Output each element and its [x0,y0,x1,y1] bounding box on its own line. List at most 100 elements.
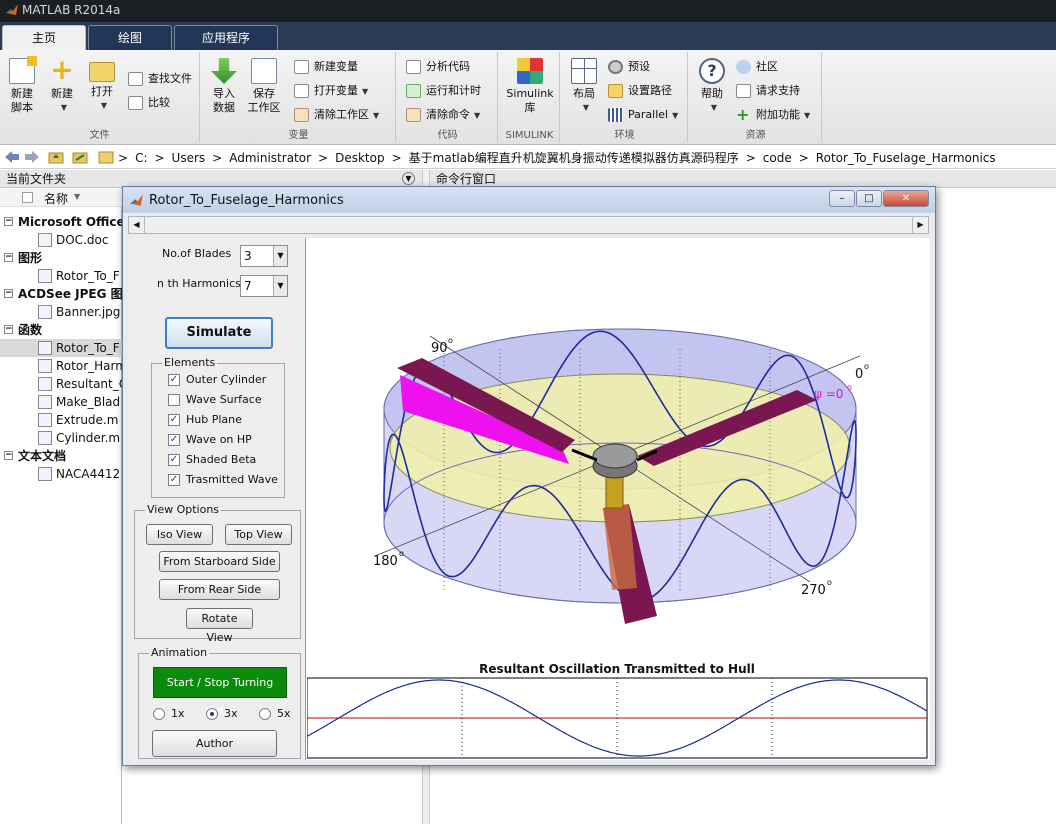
radio-indicator[interactable] [153,708,165,720]
simulink-library-button[interactable]: Simulink 库 [504,58,556,115]
element-checkbox[interactable]: ✓ Wave on HP [168,432,252,448]
set-path-button[interactable]: 设置路径 [608,82,672,100]
file-item[interactable]: Rotor_To_F [0,339,122,357]
compare-button[interactable]: 比较 [128,94,170,112]
forward-arrow-icon[interactable] [24,150,40,164]
import-data-button[interactable]: 导入 数据 [206,58,242,115]
checkmark-icon[interactable]: ✓ [168,434,180,446]
blades-select[interactable]: 3 ▼ [240,245,288,267]
element-checkbox[interactable]: Wave Surface [168,392,262,408]
clear-workspace-button[interactable]: 清除工作区 ▼ [294,106,379,124]
checkmark-icon[interactable]: ✓ [168,414,180,426]
folder-section[interactable]: − 函数 [0,321,122,339]
back-arrow-icon[interactable] [4,150,20,164]
panel-menu-icon[interactable]: ▼ [402,172,415,185]
preferences-button[interactable]: 预设 [608,58,650,76]
scroll-right-icon[interactable]: ▶ [912,217,928,233]
speed-radio[interactable]: 5x [259,706,291,722]
iso-view-button[interactable]: Iso View [146,524,213,545]
file-item[interactable]: Extrude.m [0,411,122,429]
run-and-time-button[interactable]: 运行和计时 [406,82,481,100]
simulate-button[interactable]: Simulate [165,317,273,349]
browse-folder-icon[interactable] [72,150,88,164]
folder-section[interactable]: −ACDSee JPEG 图像 [0,285,122,303]
close-button[interactable]: ✕ [883,190,929,207]
tab-home[interactable]: 主页 [2,25,86,50]
checkmark-icon[interactable]: ✓ [168,474,180,486]
start-stop-rotor-button[interactable]: Start / Stop Turning Rotor [153,667,287,718]
save-workspace-button[interactable]: 保存 工作区 [246,58,282,115]
speed-radio[interactable]: 3x [206,706,238,722]
breadcrumb-segment[interactable]: Administrator [229,151,311,165]
author-button[interactable]: Author [152,730,277,757]
collapse-icon[interactable]: − [4,289,13,298]
rotate-view-button[interactable]: Rotate View [186,608,253,644]
column-checkbox[interactable] [22,192,33,203]
add-ons-button[interactable]: + 附加功能 ▼ [736,106,810,124]
collapse-icon[interactable]: − [4,253,13,262]
breadcrumb-segment[interactable]: Users [172,151,206,165]
file-item[interactable]: Make_Blad [0,393,122,411]
breadcrumb-segment[interactable]: Rotor_To_Fuselage_Harmonics [816,151,996,165]
rear-view-button[interactable]: From Rear Side [159,579,280,600]
minimize-button[interactable]: – [829,190,855,207]
file-item[interactable]: Rotor_To_F [0,267,122,285]
figure-title-bar[interactable]: Rotor_To_Fuselage_Harmonics – □ ✕ [123,187,935,213]
open-variable-button[interactable]: 打开变量 ▼ [294,82,368,100]
help-button[interactable]: ? 帮助 ▼ [694,58,730,115]
breadcrumb-segment[interactable]: C: [135,151,147,165]
parallel-button[interactable]: Parallel ▼ [608,106,678,124]
harmonics-select[interactable]: 7 ▼ [240,275,288,297]
file-item[interactable]: NACA4412 [0,465,122,483]
up-folder-icon[interactable] [48,150,64,164]
checkmark-icon[interactable]: ✓ [168,374,180,386]
folder-section[interactable]: − 文本文档 [0,447,122,465]
collapse-icon[interactable]: − [4,325,13,334]
request-support-button[interactable]: 请求支持 [736,82,800,100]
file-item[interactable]: Rotor_Harm [0,357,122,375]
speed-radio[interactable]: 1x [153,706,185,722]
checkbox-empty[interactable] [168,394,180,406]
figure-horizontal-scrollbar[interactable]: ◀ ▶ [128,216,929,234]
file-item[interactable]: Cylinder.m [0,429,122,447]
new-button[interactable]: + 新建 ▼ [44,56,80,115]
breadcrumb[interactable]: > C: > Users > Administrator > Desktop > 基于matlab… [118,149,996,166]
element-checkbox[interactable]: ✓ Shaded Beta [168,452,256,468]
folder-section[interactable]: − 图形 [0,249,122,267]
folder-section[interactable]: − Microsoft Office [0,213,122,231]
breadcrumb-segment[interactable]: code [763,151,792,165]
harmonics-label: n th Harmonics [157,277,241,290]
radio-indicator[interactable] [206,708,218,720]
find-files-button[interactable]: 查找文件 [128,70,192,88]
new-script-button[interactable]: 新建 脚本 [4,56,40,115]
collapse-icon[interactable]: − [4,451,13,460]
element-checkbox[interactable]: ✓ Trasmitted Wave [168,472,278,488]
file-item[interactable]: DOC.doc [0,231,122,249]
element-checkbox[interactable]: ✓ Hub Plane [168,412,242,428]
breadcrumb-segment[interactable]: Desktop [335,151,385,165]
checkmark-icon[interactable]: ✓ [168,454,180,466]
starboard-view-button[interactable]: From Starboard Side [159,551,280,572]
collapse-icon[interactable]: − [4,217,13,226]
import-data-icon [211,58,237,84]
name-column-header[interactable]: 名称 ▼ [0,189,122,207]
group-title-file: 文件 [89,130,110,141]
scroll-left-icon[interactable]: ◀ [129,217,145,233]
tab-plots[interactable]: 绘图 [88,25,172,50]
layout-button[interactable]: 布局 ▼ [566,58,602,115]
file-item[interactable]: Banner.jpg [0,303,122,321]
file-item[interactable]: Resultant_C [0,375,122,393]
new-variable-button[interactable]: 新建变量 [294,58,358,76]
breadcrumb-segment[interactable]: 基于matlab编程直升机旋翼机身振动传递模拟器仿真源码程序 [409,151,739,165]
tab-apps[interactable]: 应用程序 [174,25,278,50]
maximize-button[interactable]: □ [856,190,882,207]
clear-commands-button[interactable]: 清除命令 ▼ [406,106,480,124]
element-checkbox[interactable]: ✓ Outer Cylinder [168,372,266,388]
rotor-plot-svg[interactable]: 90o0o180o270oψ =0 o [307,238,930,760]
radio-indicator[interactable] [259,708,271,720]
file-icon [38,377,52,391]
community-button[interactable]: 社区 [736,58,778,76]
analyze-code-button[interactable]: 分析代码 [406,58,470,76]
top-view-button[interactable]: Top View [225,524,292,545]
open-button[interactable]: 打开 ▼ [84,58,120,113]
